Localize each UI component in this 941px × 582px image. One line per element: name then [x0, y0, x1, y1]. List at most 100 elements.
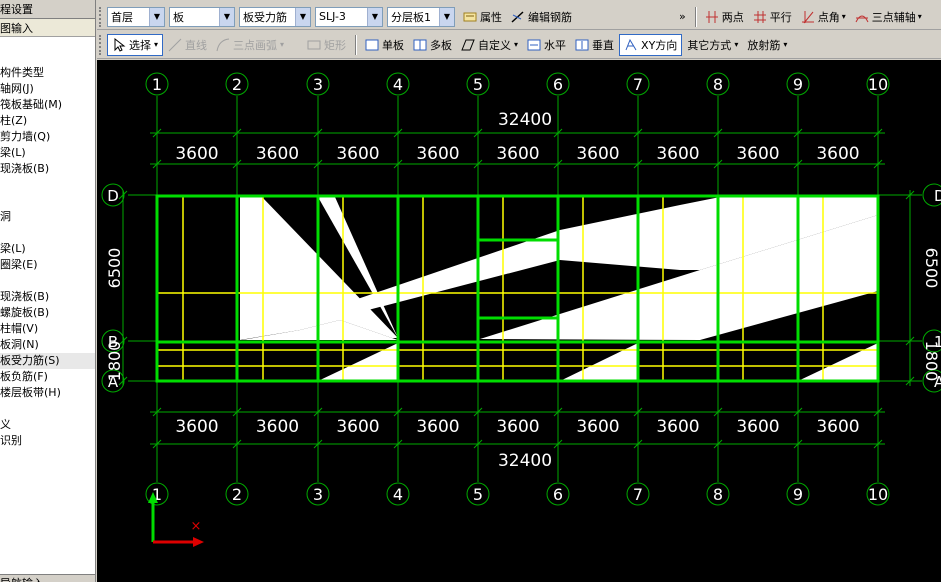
tree-item[interactable]: 圈梁(E): [0, 257, 95, 273]
edit-rebar-button[interactable]: 编辑钢筋: [507, 6, 576, 28]
radial-rebar-button[interactable]: 放射筋 ▾: [743, 34, 791, 56]
tree-item: [0, 225, 95, 241]
axis-number: 7: [633, 75, 643, 94]
property-button[interactable]: 属性: [459, 6, 506, 28]
chevron-down-icon: ▾: [841, 12, 846, 21]
chevron-down-icon: ▼: [219, 7, 234, 26]
three-point-axis-icon: [855, 15, 869, 22]
chevron-down-icon: ▼: [439, 7, 454, 26]
toolbar-more-button[interactable]: »: [675, 6, 690, 28]
tree-item[interactable]: 梁(L): [0, 145, 95, 161]
component-tree: 构件类型 轴网(J) 筏板基础(M) 柱(Z) 剪力墙(Q) 梁(L) 现浇板(B) 洞梁(L…: [0, 65, 95, 449]
arc-icon: [216, 38, 230, 51]
vertical-button[interactable]: 垂直: [571, 34, 618, 56]
axis-number: 2: [232, 485, 242, 504]
chevron-down-icon: ▾: [783, 40, 788, 49]
axis-number: 4: [393, 485, 403, 504]
span-dim: 3600: [816, 144, 859, 164]
line-icon: [168, 38, 182, 51]
total-length-dim: 32400: [498, 451, 552, 471]
category-select[interactable]: 板 ▼: [169, 6, 235, 27]
nav-footer[interactable]: 导航输入: [0, 574, 95, 582]
tree-item[interactable]: 筏板基础(M): [0, 97, 95, 113]
horizontal-icon: [527, 39, 541, 50]
single-slab-button[interactable]: 单板: [361, 34, 408, 56]
tree-item[interactable]: 义: [0, 417, 95, 433]
axis-number: 10: [868, 75, 888, 94]
tree-item[interactable]: 现浇板(B): [0, 289, 95, 305]
tree-item[interactable]: 螺旋板(B): [0, 305, 95, 321]
project-settings-tab[interactable]: 程设置: [0, 0, 95, 19]
vertical-icon: [575, 39, 589, 50]
drawing-input-tab[interactable]: 图输入: [0, 19, 95, 37]
vertical-dim: 6500: [922, 248, 941, 289]
other-methods-button[interactable]: 其它方式 ▾: [683, 34, 742, 56]
rebar-select[interactable]: SLJ-3 ▼: [315, 6, 383, 27]
tree-item[interactable]: 识别: [0, 433, 95, 449]
toolbar-draw: 选择 ▾ 直线 三点画弧 ▾ 矩形 单板 多板 自定义 ▾ 水平 垂直 XY方向 其它…: [97, 31, 941, 59]
tree-item[interactable]: 构件类型: [0, 65, 95, 81]
span-dim: 3600: [175, 417, 218, 437]
tree-item[interactable]: 柱帽(V): [0, 321, 95, 337]
tree-item[interactable]: 板洞(N): [0, 337, 95, 353]
custom-button[interactable]: 自定义 ▾: [457, 34, 522, 56]
tree-item[interactable]: 板负筋(F): [0, 369, 95, 385]
parallel-icon: [753, 10, 766, 23]
layer-select[interactable]: 分层板1 ▼: [387, 6, 455, 27]
custom-icon: [461, 39, 475, 50]
line-button[interactable]: 直线: [164, 34, 211, 56]
horizontal-button[interactable]: 水平: [523, 34, 570, 56]
three-point-axis-button[interactable]: 三点辅轴 ▾: [851, 6, 926, 28]
slab-region: [318, 343, 398, 381]
point-angle-button[interactable]: 点角 ▾: [797, 6, 850, 28]
single-slab-icon: [365, 39, 379, 50]
chevron-down-icon: ▼: [149, 7, 164, 26]
tree-item[interactable]: 梁(L): [0, 241, 95, 257]
slab-region: [798, 343, 878, 381]
slab-region: [560, 343, 638, 381]
three-point-arc-button[interactable]: 三点画弧 ▾: [212, 34, 288, 56]
span-dim: 3600: [336, 417, 379, 437]
select-button[interactable]: 选择 ▾: [107, 33, 164, 56]
vertical-dim: 1800: [105, 341, 124, 382]
span-dim: 3600: [656, 144, 699, 164]
axis-number: 5: [473, 75, 483, 94]
span-dim: 3600: [576, 144, 619, 164]
span-dim: 3600: [576, 417, 619, 437]
floor-select[interactable]: 首层 ▼: [107, 6, 165, 27]
axis-number: 9: [793, 75, 803, 94]
tree-item[interactable]: 现浇板(B): [0, 161, 95, 177]
cad-drawing[interactable]: 1122334455667788991010DBAD1A324003240036…: [97, 60, 941, 582]
chevron-down-icon: ▾: [154, 40, 159, 49]
vertical-dim: 1800: [922, 341, 941, 382]
total-length-dim: 32400: [498, 110, 552, 130]
axis-number: 1: [152, 75, 162, 94]
rectangle-icon: [307, 40, 321, 49]
chevron-down-icon: ▾: [280, 40, 285, 49]
xy-direction-button[interactable]: XY方向: [619, 33, 683, 56]
tree-item[interactable]: 板受力筋(S): [0, 353, 95, 369]
tree-item: [0, 273, 95, 289]
tree-item: [0, 177, 95, 193]
ucs-x-arrow: [193, 537, 204, 547]
tree-item: [0, 401, 95, 417]
tree-item[interactable]: 洞: [0, 209, 95, 225]
span-dim: 3600: [336, 144, 379, 164]
slab-region: [560, 205, 680, 270]
point-angle-icon: [801, 10, 814, 23]
multi-slab-button[interactable]: 多板: [409, 34, 456, 56]
tree-item[interactable]: 柱(Z): [0, 113, 95, 129]
axis-number: 8: [713, 75, 723, 94]
span-dim: 3600: [256, 417, 299, 437]
two-points-button[interactable]: 两点: [701, 6, 748, 28]
type-select[interactable]: 板受力筋 ▼: [239, 6, 311, 27]
chevron-down-icon: ▾: [734, 40, 739, 49]
parallel-button[interactable]: 平行: [749, 6, 796, 28]
drawing-canvas[interactable]: 1 1 2 2 3 3 4 4 5 5 6 6 7 7 8 8 9 9 10 10 D B A D 1 A 32400 32400 36…: [97, 60, 941, 582]
tree-item[interactable]: 楼层板带(H): [0, 385, 95, 401]
tree-item[interactable]: 剪力墙(Q): [0, 129, 95, 145]
tree-item[interactable]: 轴网(J): [0, 81, 95, 97]
axis-number: 9: [793, 485, 803, 504]
rectangle-button[interactable]: 矩形: [303, 34, 350, 56]
cursor-icon: [114, 37, 126, 52]
